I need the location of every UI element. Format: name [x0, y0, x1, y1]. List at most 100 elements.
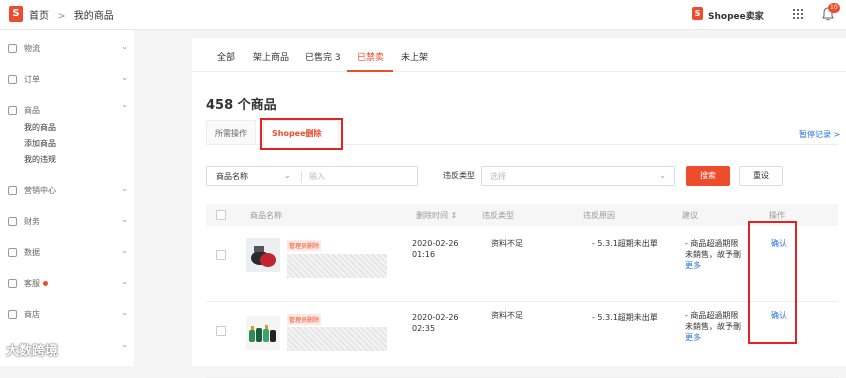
sidebar-item-products[interactable]: 商品 ⌃	[8, 104, 128, 118]
active-tab-indicator	[347, 70, 393, 72]
col-product-name: 商品名称	[250, 211, 282, 220]
sidebar-item-shop[interactable]: 商店 ⌄	[8, 308, 128, 322]
shopee-logo[interactable]: S	[9, 6, 23, 22]
chat-icon	[8, 279, 17, 288]
suggestion-line: 未銷售，故予刪	[685, 322, 741, 331]
col-violation-type: 违反类型	[482, 211, 514, 220]
table-row: 管理员删除 2020-02-26 01:16 资料不足 - 5.3.1超期未出單…	[206, 226, 838, 302]
sidebar-item-label: 财务	[24, 217, 40, 226]
sidebar-item-label: 客服	[24, 278, 48, 289]
delete-time-clock: 02:35	[412, 324, 436, 333]
seller-center-link[interactable]: Shopee卖家	[708, 9, 764, 22]
sidebar-subitem-my-products[interactable]: 我的商品	[24, 122, 56, 133]
apps-grid-icon[interactable]	[793, 9, 803, 19]
col-violation-reason: 违反原因	[583, 211, 615, 220]
sidebar-subitem-violations[interactable]: 我的违规	[24, 154, 56, 165]
breadcrumb-separator: >	[57, 11, 66, 22]
tag-icon	[8, 186, 17, 195]
keyword-input[interactable]: 输入	[309, 171, 325, 182]
violation-type-label: 违反类型	[443, 171, 475, 180]
subtab-action-required[interactable]: 所需操作	[206, 120, 256, 145]
violation-reason: - 5.3.1超期未出單	[592, 313, 658, 322]
col-suggestion: 建议	[682, 211, 698, 220]
violation-reason: - 5.3.1超期未出單	[592, 239, 658, 248]
chevron-down-icon: ⌄	[121, 277, 128, 286]
breadcrumb-current: 我的商品	[73, 11, 114, 22]
sidebar-item-label: 物流	[24, 44, 40, 53]
chevron-down-icon: ⌄	[659, 171, 666, 180]
chart-icon	[8, 248, 17, 257]
tab-sold-out[interactable]: 已售完 3	[305, 50, 341, 63]
sidebar-item-orders[interactable]: 订单 ⌄	[8, 73, 128, 87]
sidebar-item-customer-service[interactable]: 客服 ⌄	[8, 277, 128, 291]
product-thumbnail	[246, 316, 280, 350]
delete-date: 2020-02-26	[412, 239, 459, 248]
unread-dot	[43, 281, 48, 286]
product-name-blurred	[287, 327, 387, 351]
row-checkbox[interactable]	[216, 250, 226, 260]
status-tabs: 全部 架上商品 已售完 3 已禁卖 未上架	[192, 38, 846, 72]
product-name-blurred	[287, 254, 387, 278]
chevron-down-icon: ⌄	[121, 340, 128, 349]
reset-button[interactable]: 重设	[739, 166, 783, 186]
more-link[interactable]: 更多	[685, 260, 741, 271]
table-header: 商品名称 删除时间 ⇕ 违反类型 违反原因 建议 操作	[206, 204, 838, 226]
sidebar-item-label: 数据	[24, 248, 40, 257]
suggestion: - 商品超過期限 未銷售，故予刪 更多	[685, 310, 741, 343]
sidebar-item-label: 商品	[24, 106, 40, 115]
highlight-box-actions	[748, 221, 797, 344]
chevron-down-icon: ⌄	[121, 73, 128, 82]
store-icon	[8, 310, 17, 319]
col-delete-time[interactable]: 删除时间 ⇕	[416, 210, 457, 221]
order-icon	[8, 75, 17, 84]
search-button[interactable]: 搜索	[686, 166, 730, 186]
sidebar-subitem-add-product[interactable]: 添加商品	[24, 138, 56, 149]
violation-type-placeholder: 选择	[490, 172, 506, 181]
sidebar-item-label-text: 客服	[24, 279, 40, 288]
sidebar: 物流 ⌄ 订单 ⌄ 商品 ⌃ 我的商品 添加商品 我的违规 营销中心 ⌄ 财务 …	[0, 30, 134, 366]
sidebar-item-label: 营销中心	[24, 186, 56, 195]
product-thumbnail	[246, 238, 280, 272]
tab-unlisted[interactable]: 未上架	[401, 50, 428, 63]
suggestion-line: 未銷售，故予刪	[685, 250, 741, 259]
product-icon	[8, 106, 17, 115]
row-checkbox[interactable]	[216, 326, 226, 336]
suggestion: - 商品超過期限 未銷售，故予刪 更多	[685, 238, 741, 271]
highlight-box-subtab	[260, 118, 343, 150]
select-all-checkbox[interactable]	[216, 210, 226, 220]
watermark-text: 大数跨境	[6, 344, 59, 359]
tab-live[interactable]: 架上商品	[253, 50, 289, 63]
delete-time: 2020-02-26 01:16	[412, 238, 459, 260]
product-count-title: 458 个商品	[206, 98, 277, 113]
chevron-down-icon: ⌄	[121, 215, 128, 224]
violation-type: 资料不足	[491, 311, 523, 320]
chevron-down-icon: ⌄	[121, 42, 128, 51]
wallet-icon	[8, 217, 17, 226]
violation-type-select[interactable]: 选择 ⌄	[481, 166, 675, 186]
breadcrumb-home[interactable]: 首页	[29, 11, 49, 22]
field-select[interactable]: 商品名称	[216, 171, 248, 182]
breadcrumb: 首页 > 我的商品	[29, 7, 119, 22]
sidebar-item-finance[interactable]: 财务 ⌄	[8, 215, 128, 229]
chevron-down-icon: ⌄	[121, 184, 128, 193]
truck-icon	[8, 44, 17, 53]
main-panel: 全部 架上商品 已售完 3 已禁卖 未上架 458 个商品 所需操作 Shope…	[192, 38, 846, 378]
seller-logo-icon: S	[692, 7, 703, 20]
divider	[301, 171, 302, 182]
history-link[interactable]: 暂停记录 >	[799, 129, 840, 140]
delete-time: 2020-02-26 02:35	[412, 312, 459, 334]
sidebar-item-logistics[interactable]: 物流 ⌄	[8, 42, 128, 56]
sidebar-item-data[interactable]: 数据 ⌄	[8, 246, 128, 260]
sidebar-item-marketing[interactable]: 营销中心 ⌄	[8, 184, 128, 198]
suggestion-line: - 商品超過期限	[685, 311, 739, 320]
table-row: 管理员删除 2020-02-26 02:35 资料不足 - 5.3.1超期未出單…	[206, 302, 838, 378]
sidebar-item-label: 订单	[24, 75, 40, 84]
keyword-filter: 商品名称 ⌄ 输入	[206, 166, 418, 186]
suggestion-line: - 商品超過期限	[685, 239, 739, 248]
sidebar-item-label: 商店	[24, 310, 40, 319]
tab-all[interactable]: 全部	[217, 50, 235, 63]
violation-type: 资料不足	[491, 239, 523, 248]
tab-banned[interactable]: 已禁卖	[357, 50, 384, 63]
more-link[interactable]: 更多	[685, 332, 741, 343]
admin-deleted-tag: 管理员删除	[287, 240, 322, 251]
